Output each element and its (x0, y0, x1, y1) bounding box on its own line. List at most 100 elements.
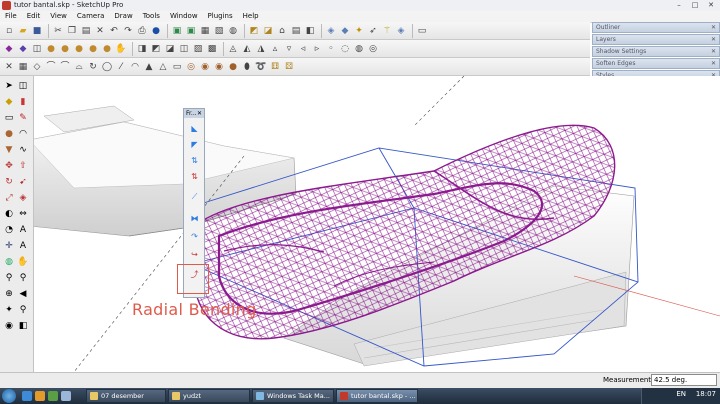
plugin-o-icon[interactable]: ◌ (339, 43, 351, 55)
zoom-window-icon[interactable]: ⚲ (17, 272, 29, 284)
ring-icon[interactable]: ◎ (185, 61, 197, 73)
arc-icon[interactable]: ⌓ (73, 61, 85, 73)
menu-tools[interactable]: Tools (138, 11, 165, 22)
plugin-h-icon[interactable]: ◭ (241, 43, 253, 55)
curve-icon[interactable]: ⌒ (45, 61, 57, 73)
cube-top-icon[interactable]: ◆ (339, 25, 351, 37)
plugin-f-icon[interactable]: ▩ (206, 43, 218, 55)
drop-icon[interactable]: ⬮ (241, 61, 253, 73)
dimension-icon[interactable]: ⇔ (17, 208, 29, 220)
tape-measure-icon[interactable]: ◐ (3, 208, 15, 220)
circle-tool-icon[interactable]: ● (3, 128, 15, 140)
close-x-icon[interactable]: ✕ (3, 61, 15, 73)
pan-icon[interactable]: ✋ (17, 256, 29, 268)
plugin-c-icon[interactable]: ◪ (164, 43, 176, 55)
tray-outliner[interactable]: Outliner ✕ (592, 22, 720, 33)
look-around-icon[interactable]: ◉ (3, 320, 15, 332)
rotate-icon[interactable]: ↻ (3, 176, 15, 188)
plugin-wand-icon[interactable]: ⚚ (381, 25, 393, 37)
paint-bucket-icon[interactable]: ◆ (3, 96, 15, 108)
freehand-icon[interactable]: ∿ (17, 144, 29, 156)
dice-icon[interactable]: ⚄ (283, 61, 295, 73)
push-pull-icon[interactable]: ⇧ (17, 160, 29, 172)
eraser-icon[interactable]: ▮ (17, 96, 29, 108)
copy-icon[interactable]: ❐ (66, 25, 78, 37)
sphere-icon[interactable]: ● (45, 43, 57, 55)
ie-icon[interactable] (22, 391, 32, 401)
erase-icon[interactable]: ✕ (94, 25, 106, 37)
menu-draw[interactable]: Draw (109, 11, 137, 22)
previous-view-icon[interactable]: ◀ (17, 288, 29, 300)
zoom-extents-icon[interactable]: ⊕ (3, 288, 15, 300)
component-box-icon[interactable]: ◫ (31, 43, 43, 55)
torus-icon[interactable]: ◉ (213, 61, 225, 73)
plugin-p-icon[interactable]: ◍ (353, 43, 365, 55)
clock[interactable]: 18:07 (696, 390, 716, 398)
pyramid-icon[interactable]: △ (157, 61, 169, 73)
model-viewport[interactable] (34, 76, 720, 372)
scale-icon[interactable]: ⤢ (3, 192, 15, 204)
model-info-icon[interactable]: ● (150, 25, 162, 37)
component-blue-icon[interactable]: ◆ (17, 43, 29, 55)
measurements-input[interactable]: 42.5 deg. (651, 374, 717, 386)
follow-me-icon[interactable]: ➹ (17, 176, 29, 188)
sphere-icon[interactable]: ● (87, 43, 99, 55)
slash-icon[interactable]: ⁄ (115, 61, 127, 73)
fredo-twist-icon[interactable]: ◤ (189, 139, 200, 150)
walk-icon[interactable]: ⚲ (17, 304, 29, 316)
plugin-n-icon[interactable]: ◦ (325, 43, 337, 55)
language-indicator[interactable]: EN (676, 390, 686, 398)
plugin-window-icon[interactable]: ▭ (416, 25, 428, 37)
plugin-arrow-icon[interactable]: ➶ (367, 25, 379, 37)
warehouse-icon[interactable]: ▤ (290, 25, 302, 37)
sphere-icon[interactable]: ● (73, 43, 85, 55)
start-button[interactable] (2, 389, 16, 403)
text-icon[interactable]: A (17, 224, 29, 236)
task-item-yudzt[interactable]: yudzt (168, 389, 250, 403)
fredo-taper-icon[interactable]: ⇅ (189, 155, 200, 166)
close-icon[interactable]: ✕ (711, 60, 716, 67)
3d-text-icon[interactable]: A (17, 240, 29, 252)
tray-shadow-settings[interactable]: Shadow Settings ✕ (592, 46, 720, 57)
rectangle-icon[interactable]: ▭ (3, 112, 15, 124)
save-icon[interactable]: ■ (31, 25, 43, 37)
share-model-icon[interactable]: ▣ (185, 25, 197, 37)
close-icon[interactable]: ✕ (711, 24, 716, 31)
position-camera-icon[interactable]: ✦ (3, 304, 15, 316)
menu-plugins[interactable]: Plugins (203, 11, 238, 22)
floating-toolbar-header[interactable]: Fr... ✕ (184, 109, 204, 118)
undo-icon[interactable]: ↶ (108, 25, 120, 37)
plugin-m-icon[interactable]: ▹ (311, 43, 323, 55)
fredo-select-icon[interactable]: ◣ (189, 123, 200, 134)
disc-icon[interactable]: ● (227, 61, 239, 73)
home-icon[interactable]: ⌂ (276, 25, 288, 37)
fredo-curve-icon[interactable]: ↪ (189, 249, 200, 260)
circle-icon[interactable]: ◯ (101, 61, 113, 73)
task-item-sketchup[interactable]: tutor bantal.skp - ... (336, 389, 418, 403)
fredo-bend-icon[interactable]: ↷ (189, 231, 200, 242)
close-icon[interactable]: ✕ (711, 48, 716, 55)
tray-layers[interactable]: Layers ✕ (592, 34, 720, 45)
open-folder-icon[interactable]: ▰ (17, 25, 29, 37)
new-file-icon[interactable]: ▫ (3, 25, 15, 37)
spring-icon[interactable]: ➰ (255, 61, 267, 73)
plugin-a-icon[interactable]: ◨ (136, 43, 148, 55)
plugin-j-icon[interactable]: ▵ (269, 43, 281, 55)
offset-icon[interactable]: ◈ (17, 192, 29, 204)
maximize-button[interactable]: □ (688, 0, 702, 10)
sphere-icon[interactable]: ● (101, 43, 113, 55)
dice-icon[interactable]: ⚅ (269, 61, 281, 73)
zoom-icon[interactable]: ⚲ (3, 272, 15, 284)
plugin-g-icon[interactable]: ◬ (227, 43, 239, 55)
menu-window[interactable]: Window (165, 11, 203, 22)
cut-icon[interactable]: ✂ (52, 25, 64, 37)
menu-edit[interactable]: Edit (22, 11, 46, 22)
get-models-icon[interactable]: ▣ (171, 25, 183, 37)
redo-icon[interactable]: ↷ (122, 25, 134, 37)
menu-help[interactable]: Help (238, 11, 264, 22)
paste-icon[interactable]: ▤ (80, 25, 92, 37)
orbit-icon[interactable]: ◍ (3, 256, 15, 268)
cone-icon[interactable]: ▲ (143, 61, 155, 73)
select-arrow-icon[interactable]: ➤ (3, 80, 15, 92)
materials-icon[interactable]: ◪ (262, 25, 274, 37)
